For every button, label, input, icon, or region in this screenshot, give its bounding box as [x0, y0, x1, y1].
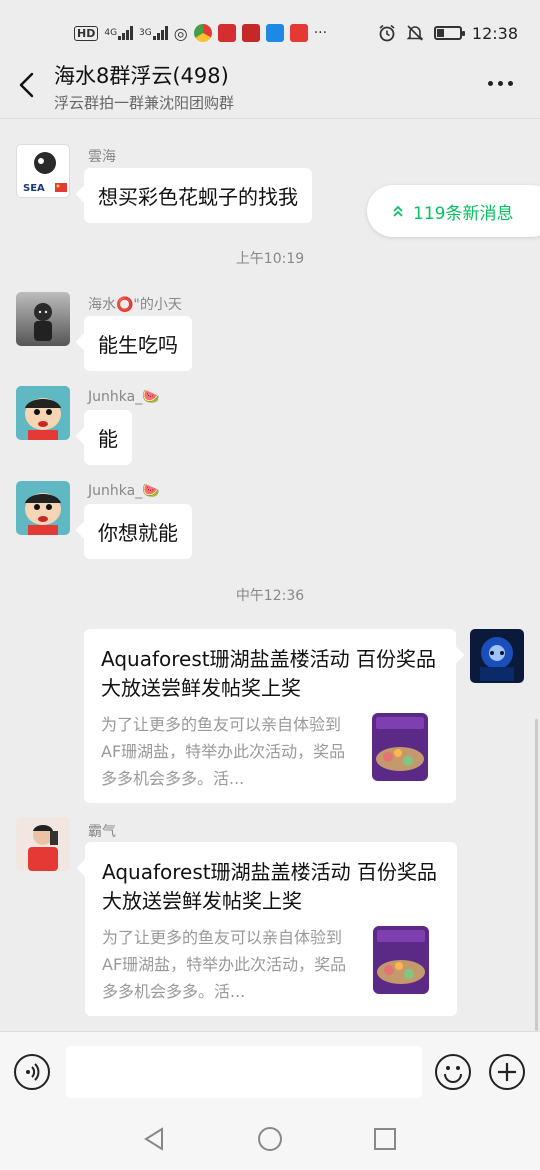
- chat-message-list[interactable]: SEA 雲海 想买彩色花蚬子的找我 119条新消息 上午10:19 海水⭕️"的…: [0, 119, 540, 1031]
- mute-bell-icon: [406, 25, 424, 41]
- time-divider: 中午12:36: [235, 588, 305, 604]
- sender-name: Junhka_🍉: [88, 389, 160, 405]
- 4g-signal-icon: 4G: [104, 26, 134, 40]
- 4g-label: 4G: [104, 28, 118, 38]
- hotspot-icon: ◎: [173, 23, 188, 43]
- salt-bag-thumbnail: [373, 926, 429, 994]
- time-divider: 上午10:19: [235, 251, 305, 267]
- nav-home-icon[interactable]: [256, 1125, 284, 1153]
- voice-icon: [26, 1063, 40, 1081]
- voice-input-button[interactable]: [14, 1054, 50, 1090]
- sender-name: 海水⭕️"的小天: [88, 297, 182, 313]
- sender-name: 霸气: [88, 824, 116, 840]
- nav-recents-icon[interactable]: [371, 1125, 399, 1153]
- more-options-button[interactable]: [488, 76, 518, 90]
- message-bubble[interactable]: 想买彩色花蚬子的找我: [84, 168, 312, 223]
- 3g-label: 3G: [139, 28, 152, 38]
- chat-subtitle: 浮云群拍一群兼沈阳团购群: [54, 94, 235, 112]
- avatar[interactable]: [16, 817, 70, 871]
- new-messages-label: 119条新消息: [413, 203, 514, 224]
- new-messages-button[interactable]: 119条新消息: [367, 185, 540, 237]
- back-arrow-icon[interactable]: [14, 70, 42, 100]
- sender-name: 雲海: [88, 149, 116, 165]
- 3g-signal-icon: 3G: [139, 26, 168, 40]
- link-card[interactable]: Aquaforest珊湖盐盖楼活动 百份奖品大放送尝鲜发帖奖上奖 为了让更多的鱼…: [85, 842, 457, 1016]
- status-time: 12:38: [471, 23, 518, 43]
- message-bubble[interactable]: 能生吃吗: [84, 316, 192, 371]
- mail-app-icon: [265, 24, 284, 42]
- more-notifications-icon: ···: [313, 25, 328, 41]
- link-card[interactable]: Aquaforest珊湖盐盖楼活动 百份奖品大放送尝鲜发帖奖上奖 为了让更多的鱼…: [84, 629, 456, 803]
- salt-bag-thumbnail: [372, 713, 428, 781]
- message-bubble[interactable]: 你想就能: [84, 504, 192, 559]
- avatar[interactable]: [16, 292, 70, 346]
- emoji-button[interactable]: [435, 1054, 471, 1090]
- smiley-icon: [444, 1066, 462, 1083]
- card-description: 为了让更多的鱼友可以亲自体验到AF珊湖盐，特举办此次活动，奖品多多机会多多。活.…: [101, 715, 346, 788]
- double-chevron-up-icon: [393, 205, 403, 217]
- message-bubble[interactable]: 能: [84, 410, 132, 465]
- avatar[interactable]: [470, 629, 524, 683]
- alarm-icon: [379, 24, 395, 42]
- avatar[interactable]: [16, 386, 70, 440]
- card-title: Aquaforest珊湖盐盖楼活动 百份奖品大放送尝鲜发帖奖上奖: [101, 647, 436, 700]
- hd-icon: HD: [74, 25, 99, 41]
- chrome-app-icon: [193, 24, 212, 42]
- party-app-icon: [241, 24, 260, 42]
- card-title: Aquaforest珊湖盐盖楼活动 百份奖品大放送尝鲜发帖奖上奖: [102, 860, 437, 913]
- chat-header: 海水8群浮云(498) 浮云群拍一群兼沈阳团购群: [0, 50, 540, 118]
- chat-title: 海水8群浮云(498): [54, 64, 229, 88]
- avatar[interactable]: SEA: [16, 144, 70, 198]
- svg-text:SEA: SEA: [23, 183, 45, 194]
- card-description: 为了让更多的鱼友可以亲自体验到AF珊湖盐，特举办此次活动，奖品多多机会多多。活.…: [102, 928, 347, 1001]
- more-functions-button[interactable]: [489, 1054, 525, 1090]
- plus-icon: [498, 1063, 516, 1081]
- battery-icon: [433, 26, 465, 40]
- nav-back-icon[interactable]: [141, 1125, 169, 1153]
- scrollbar[interactable]: [535, 719, 538, 1031]
- sender-name: Junhka_🍉: [88, 483, 160, 499]
- avatar[interactable]: [16, 481, 70, 535]
- shopping-app-icon: [289, 24, 308, 42]
- message-input[interactable]: [66, 1046, 422, 1098]
- news-app-icon: [217, 24, 236, 42]
- input-bar: [0, 1031, 540, 1109]
- system-nav-bar: [0, 1109, 540, 1170]
